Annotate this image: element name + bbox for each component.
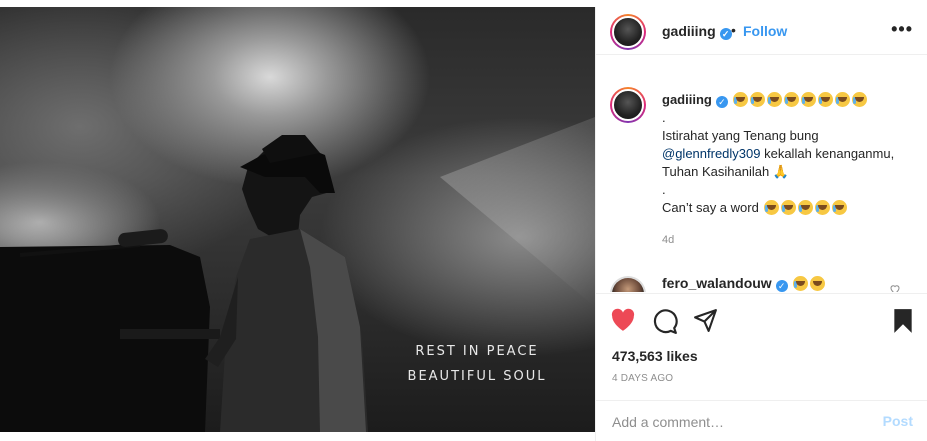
post-photo[interactable]: REST IN PEACE BEAUTIFUL SOUL (0, 7, 595, 432)
author-avatar[interactable] (610, 14, 646, 50)
post-header: gadiiing ✓ • Follow ••• (596, 7, 927, 55)
crying-emoji-icon (801, 92, 817, 107)
more-options-icon[interactable]: ••• (891, 19, 913, 40)
crying-emoji-icon (764, 200, 780, 215)
crying-emoji-icon (852, 92, 868, 107)
caption-line-1: Istirahat yang Tenang bung (662, 128, 819, 143)
save-bookmark-icon[interactable] (891, 308, 915, 334)
caption-line-3: Can’t say a word (662, 200, 759, 215)
photo-text-beautiful-soul: BEAUTIFUL SOUL (407, 369, 547, 384)
post-comment-button[interactable]: Post (883, 413, 913, 429)
verified-badge-icon: ✓ (719, 28, 732, 40)
caption-username[interactable]: gadiiing (662, 92, 712, 107)
share-icon[interactable] (693, 308, 718, 333)
caption-text: gadiiing ✓ . Istirahat yang Tenang bung @… (662, 91, 912, 217)
add-comment-bar: Post (596, 400, 927, 441)
caption-age[interactable]: 4d (662, 234, 674, 246)
sad-emoji-icon (810, 276, 826, 291)
crying-emoji-icon (832, 200, 848, 215)
caption-dot: . (662, 110, 666, 125)
comments-list[interactable]: gadiiing ✓ . Istirahat yang Tenang bung @… (596, 79, 927, 292)
verified-badge-icon: ✓ (775, 280, 788, 292)
author-username-text[interactable]: gadiiing (662, 23, 716, 39)
crying-emoji-icon (784, 92, 800, 107)
post-actions: 473,563 likes 4 DAYS AGO Post (596, 293, 927, 441)
mention-link[interactable]: @glennfredly309 (662, 146, 760, 161)
crying-emoji-icon (767, 92, 783, 107)
instagram-post: REST IN PEACE BEAUTIFUL SOUL gadiiing ✓ •… (0, 0, 927, 441)
crying-emoji-icon (781, 200, 797, 215)
header-separator: • (731, 22, 736, 38)
crying-emoji-icon (835, 92, 851, 107)
author-username[interactable]: gadiiing ✓ (662, 23, 732, 40)
praying-hands-emoji-icon: 🙏 (772, 164, 790, 179)
commenter-avatar[interactable] (610, 276, 646, 292)
post-timestamp[interactable]: 4 DAYS AGO (612, 373, 673, 384)
like-heart-icon[interactable] (610, 308, 636, 332)
comment-input[interactable] (612, 411, 862, 433)
crying-emoji-icon (815, 200, 831, 215)
crying-emoji-icon (798, 200, 814, 215)
likes-count[interactable]: 473,563 likes (612, 348, 698, 364)
crying-emoji-icon (733, 92, 749, 107)
comment-like-heart-icon[interactable] (889, 283, 901, 292)
follow-button[interactable]: Follow (743, 23, 787, 39)
post-side-panel: gadiiing ✓ • Follow ••• gadiiing ✓ . Istir… (595, 7, 927, 441)
verified-badge-icon: ✓ (715, 96, 728, 108)
crying-emoji-icon (818, 92, 834, 107)
anxious-emoji-icon (793, 276, 809, 291)
comment-icon[interactable] (652, 308, 678, 334)
comment-text: fero_walandouw ✓ (662, 275, 826, 292)
photo-text-rest-in-peace: REST IN PEACE (415, 344, 539, 359)
crying-emoji-icon (750, 92, 766, 107)
caption-avatar[interactable] (610, 87, 646, 123)
caption-dot: . (662, 182, 666, 197)
commenter-username[interactable]: fero_walandouw (662, 275, 772, 291)
